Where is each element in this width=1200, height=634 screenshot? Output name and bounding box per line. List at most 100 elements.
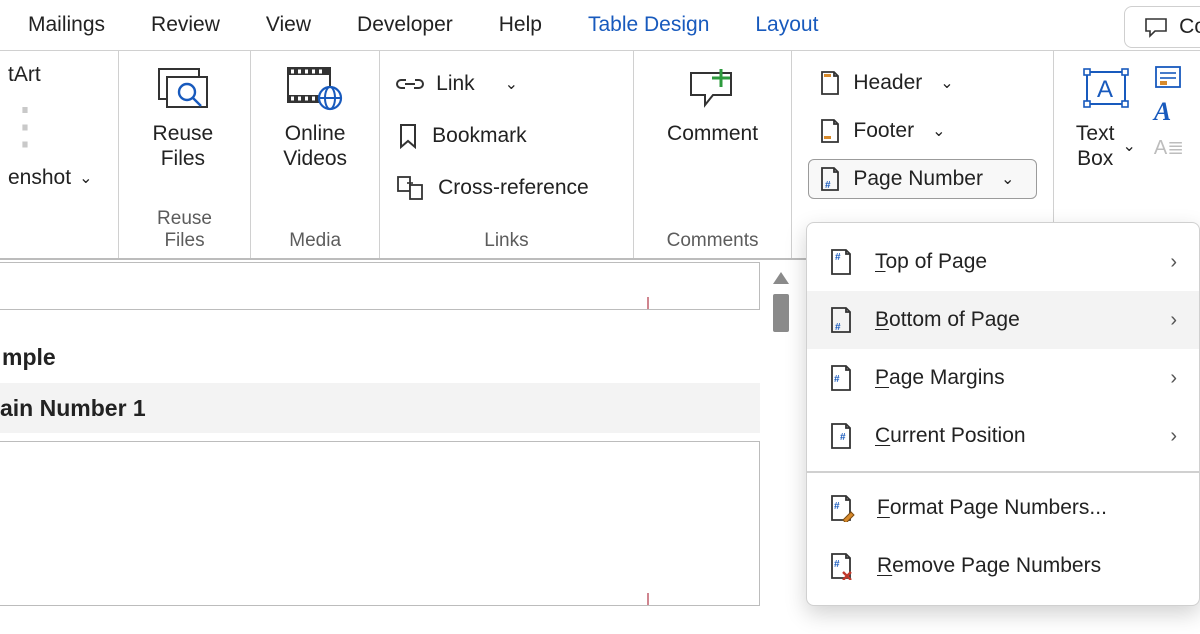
svg-text:#: # [825,180,831,191]
page-number-margins-icon: # [829,364,853,392]
menu-remove-page-numbers[interactable]: # Remove Page Numbers [807,537,1199,595]
text-box-icon: A [1076,63,1136,113]
page-number-top-icon: # [829,248,853,276]
film-icon [285,63,345,113]
tab-developer[interactable]: Developer [357,13,453,37]
reuse-files-caption: Reuse Files [135,204,234,252]
link-icon [396,73,424,95]
speech-bubble-icon [1143,16,1169,38]
page-footer-icon [819,118,841,144]
tab-mailings[interactable]: Mailings [28,13,105,37]
footer-button[interactable]: Footer ⌄ [808,111,1037,151]
comment-label: Comment [667,121,758,146]
online-videos-label: Online Videos [283,121,347,171]
wordart-icon[interactable]: A [1154,97,1184,127]
chevron-down-icon: ⌄ [505,74,518,94]
cross-reference-button[interactable]: Cross-reference [396,167,589,209]
page-number-button[interactable]: # Page Number ⌄ [808,159,1037,199]
menu-separator [807,471,1199,473]
menu-current-position[interactable]: # Current Position › [807,407,1199,465]
gallery-item-heading[interactable]: ain Number 1 [0,383,760,433]
scroll-thumb[interactable] [773,294,789,332]
illustrations-caption [0,226,102,252]
header-label: Header [853,71,922,95]
chevron-down-icon: ⌄ [940,73,953,93]
svg-text:A: A [1097,76,1113,103]
svg-text:#: # [834,374,840,385]
gallery-preview-upper[interactable] [0,262,760,310]
tab-layout[interactable]: Layout [755,13,818,37]
media-group: Online Videos Media [251,51,380,258]
links-caption: Links [396,226,617,252]
chevron-right-icon: › [1170,309,1177,332]
svg-text:#: # [840,432,846,443]
page-number-bottom-icon: # [829,306,853,334]
text-box-label: Text Box [1076,121,1115,171]
remove-page-numbers-icon: # [829,552,855,580]
page-number-icon: # [819,166,841,192]
gallery-preview-lower[interactable] [0,441,760,606]
tab-help[interactable]: Help [499,13,542,37]
menu-page-margins[interactable]: # Page Margins › [807,349,1199,407]
menu-bottom-of-page[interactable]: # Bottom of Page › [807,291,1199,349]
screenshot-label: enshot [8,166,71,190]
tab-view[interactable]: View [266,13,311,37]
header-button[interactable]: Header ⌄ [808,63,1037,103]
media-caption: Media [267,226,363,252]
chevron-right-icon: › [1170,425,1177,448]
reuse-files-icon [153,63,213,113]
smartart-button[interactable]: tArt [8,63,41,87]
svg-text:#: # [835,322,841,333]
comments-caption: Comments [650,226,776,252]
menu-format-label: Format Page Numbers... [877,496,1107,520]
menu-top-label: Top of Page [875,250,987,274]
tab-table-design[interactable]: Table Design [588,13,709,37]
scroll-up-icon[interactable] [773,272,789,284]
tab-review[interactable]: Review [151,13,220,37]
comments-group: Comment Comments [634,51,793,258]
link-button[interactable]: Link ⌄ [396,63,518,105]
page-number-label: Page Number [853,167,983,191]
chevron-right-icon: › [1170,367,1177,390]
svg-text:#: # [834,559,840,570]
ribbon-tabs: Mailings Review View Developer Help Tabl… [0,0,1200,50]
svg-text:#: # [835,252,841,263]
quick-parts-icon[interactable] [1154,65,1184,89]
footer-label: Footer [853,119,914,143]
page-header-icon [819,70,841,96]
illustrations-group-truncated: tArt ⋮ enshot ⌄ [0,51,119,258]
menu-current-label: Current Position [875,424,1026,448]
reuse-files-label: Reuse Files [153,121,214,171]
link-label: Link [436,72,475,96]
menu-format-page-numbers[interactable]: # Format Page Numbers... [807,479,1199,537]
reuse-files-group: Reuse Files Reuse Files [119,51,251,258]
menu-top-of-page[interactable]: # Top of Page › [807,233,1199,291]
cross-reference-icon [396,175,426,201]
screenshot-button[interactable]: enshot ⌄ [8,166,92,190]
online-videos-button[interactable]: Online Videos [267,63,363,171]
menu-bottom-label: Bottom of Page [875,308,1020,332]
comment-button[interactable]: Comment [665,63,761,146]
page-number-menu: # Top of Page › # Bottom of Page › # Pag… [806,222,1200,606]
links-group: Link ⌄ Bookmark Cross-reference Links [380,51,634,258]
bookmark-button[interactable]: Bookmark [396,115,527,157]
page-number-marker [647,593,649,605]
chevron-down-icon: ⌄ [79,168,92,188]
menu-remove-label: Remove Page Numbers [877,554,1101,578]
reuse-files-button[interactable]: Reuse Files [135,63,231,171]
drop-cap-icon[interactable]: A≣ [1154,135,1184,160]
page-number-current-icon: # [829,422,853,450]
chevron-down-icon: ⌄ [932,121,945,141]
gallery-section-heading: mple [0,338,760,377]
cross-reference-label: Cross-reference [438,176,589,200]
chevron-down-icon: ⌄ [1122,137,1135,156]
page-number-marker [647,297,649,309]
comments-button[interactable]: Comm [1124,6,1200,48]
text-box-button[interactable]: A Text Box ⌄ [1070,63,1142,171]
page-number-gallery: mple ain Number 1 [0,262,760,634]
comment-icon [683,63,743,113]
gallery-scrollbar[interactable] [770,272,792,332]
menu-margins-label: Page Margins [875,366,1005,390]
bookmark-icon [396,123,420,149]
format-page-numbers-icon: # [829,494,855,522]
